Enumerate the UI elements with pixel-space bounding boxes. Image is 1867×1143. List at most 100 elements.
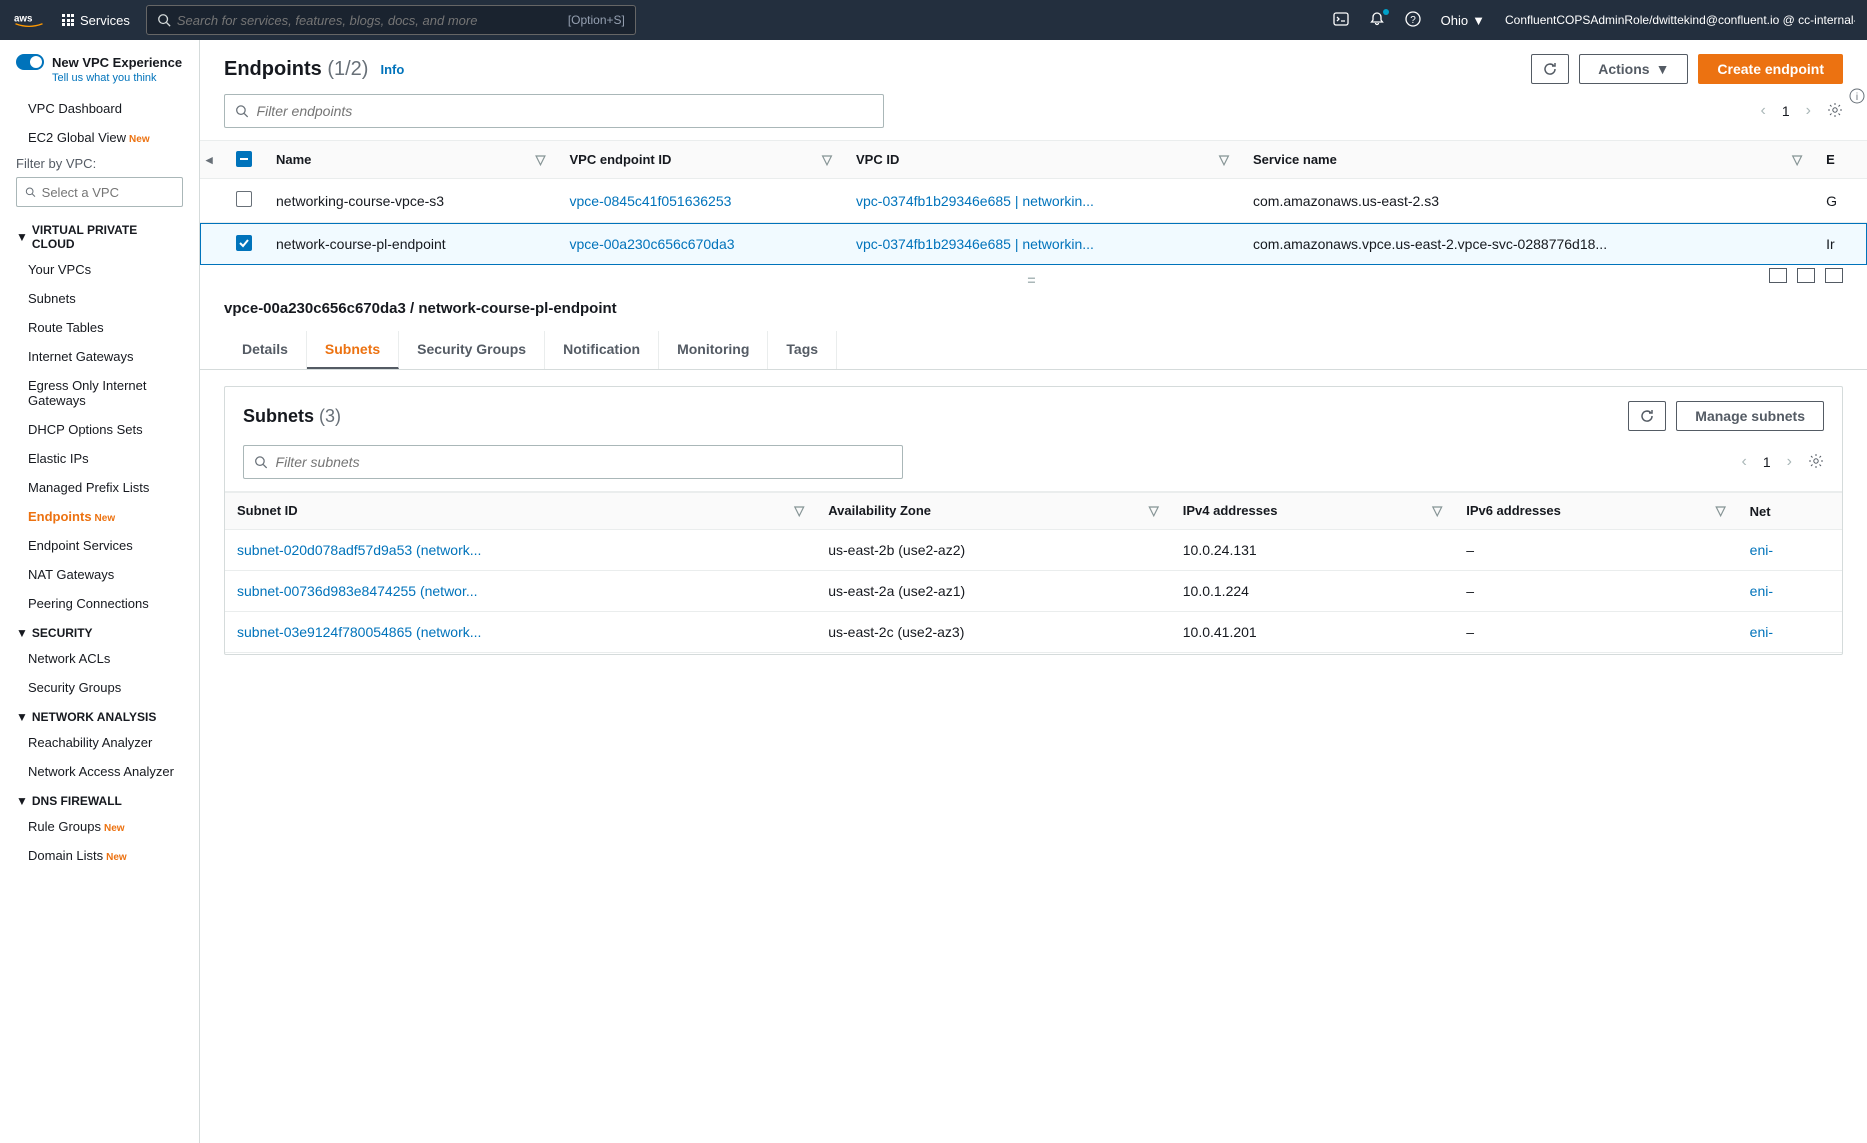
top-nav: aws Services [Option+S] ? Ohio ▼ Conflue… [0,0,1867,40]
sidebar-item[interactable]: Your VPCs [0,255,199,284]
sidebar-item-vpc-dashboard[interactable]: VPC Dashboard [0,94,199,123]
col-endpoint-id[interactable]: VPC endpoint ID▽ [558,141,845,179]
sidebar-item[interactable]: Reachability Analyzer [0,728,199,757]
grid-icon [62,14,74,26]
refresh-button[interactable] [1531,54,1569,84]
cloudshell-icon[interactable] [1333,11,1349,30]
tab-monitoring[interactable]: Monitoring [659,331,768,369]
col-vpc-id[interactable]: VPC ID▽ [844,141,1241,179]
subnets-settings-button[interactable] [1808,453,1824,472]
next-page[interactable]: › [1806,102,1811,120]
sidebar-item[interactable]: Domain ListsNew [0,841,199,870]
sidebar-item[interactable]: DHCP Options Sets [0,415,199,444]
endpoint-link[interactable]: vpce-0845c41f051636253 [570,193,732,209]
sidebar-item[interactable]: Managed Prefix Lists [0,473,199,502]
col-ipv4[interactable]: IPv4 addresses▽ [1171,493,1454,530]
sidebar-item[interactable]: Internet Gateways [0,342,199,371]
tab-subnets[interactable]: Subnets [307,331,399,369]
subnets-prev-page[interactable]: ‹ [1742,453,1747,471]
eni-link[interactable]: eni- [1750,583,1773,599]
panel-resize-handle[interactable] [200,266,1867,294]
services-button[interactable]: Services [62,13,130,28]
sidebar-section-header[interactable]: ▼ VIRTUAL PRIVATE CLOUD [0,215,199,255]
aws-logo[interactable]: aws [12,11,46,29]
table-row[interactable]: subnet-03e9124f780054865 (network... us-… [225,612,1842,653]
sidebar-item[interactable]: EndpointsNew [0,502,199,531]
tab-tags[interactable]: Tags [768,331,837,369]
vpc-filter-input[interactable] [42,185,174,200]
global-search[interactable]: [Option+S] [146,5,636,35]
sidebar-item[interactable]: Network Access Analyzer [0,757,199,786]
toggle-switch-icon[interactable] [16,54,44,70]
sidebar-section-header[interactable]: ▼ SECURITY [0,618,199,644]
new-vpc-toggle[interactable]: New VPC Experience [0,48,199,70]
tab-details[interactable]: Details [224,331,307,369]
table-row[interactable]: networking-course-vpce-s3 vpce-0845c41f0… [200,179,1867,223]
vpc-filter[interactable] [16,177,183,207]
info-panel-toggle[interactable]: i [1849,88,1867,106]
sidebar-item[interactable]: Peering Connections [0,589,199,618]
subnet-link[interactable]: subnet-00736d983e8474255 (networ... [237,583,478,599]
row-checkbox[interactable] [236,191,252,207]
cell-ipv6: – [1454,571,1737,612]
subnet-link[interactable]: subnet-03e9124f780054865 (network... [237,624,481,640]
endpoint-link[interactable]: vpce-00a230c656c670da3 [570,236,735,252]
col-ipv6[interactable]: IPv6 addresses▽ [1454,493,1737,530]
account-selector[interactable]: ConfluentCOPSAdminRole/dwittekind@conflu… [1505,13,1855,27]
subnets-filter-input[interactable] [276,454,892,470]
panel-size-large[interactable] [1825,268,1843,283]
page-number: 1 [1782,103,1790,119]
col-net[interactable]: Net [1738,493,1842,530]
prev-page[interactable]: ‹ [1761,102,1766,120]
sidebar-item[interactable]: Network ACLs [0,644,199,673]
sidebar-item[interactable]: Subnets [0,284,199,313]
subnets-filter[interactable] [243,445,903,479]
create-endpoint-button[interactable]: Create endpoint [1698,54,1843,84]
actions-button[interactable]: Actions ▼ [1579,54,1688,84]
subnet-link[interactable]: subnet-020d078adf57d9a53 (network... [237,542,481,558]
subnets-next-page[interactable]: › [1787,453,1792,471]
col-extra[interactable]: E [1814,141,1867,179]
eni-link[interactable]: eni- [1750,542,1773,558]
col-service[interactable]: Service name▽ [1241,141,1814,179]
panel-size-small[interactable] [1769,268,1787,283]
panel-size-medium[interactable] [1797,268,1815,283]
col-az[interactable]: Availability Zone▽ [816,493,1171,530]
manage-subnets-button[interactable]: Manage subnets [1676,401,1824,431]
sidebar-item[interactable]: Egress Only Internet Gateways [0,371,199,415]
table-row[interactable]: subnet-020d078adf57d9a53 (network... us-… [225,530,1842,571]
tab-security-groups[interactable]: Security Groups [399,331,545,369]
sidebar-section-header[interactable]: ▼ NETWORK ANALYSIS [0,702,199,728]
sidebar-item-ec2-global[interactable]: EC2 Global ViewNew [0,123,199,152]
sidebar-item[interactable]: NAT Gateways [0,560,199,589]
select-all-checkbox[interactable] [236,151,252,167]
settings-button[interactable] [1827,102,1843,121]
sidebar-section-header[interactable]: ▼ DNS FIREWALL [0,786,199,812]
sidebar-item[interactable]: Route Tables [0,313,199,342]
table-row[interactable]: subnet-00736d983e8474255 (networ... us-e… [225,571,1842,612]
row-checkbox[interactable] [236,235,252,251]
feedback-link[interactable]: Tell us what you think [0,70,199,94]
tab-notification[interactable]: Notification [545,331,659,369]
sidebar-item[interactable]: Endpoint Services [0,531,199,560]
vpc-link[interactable]: vpc-0374fb1b29346e685 | networkin... [856,236,1094,252]
table-row[interactable]: network-course-pl-endpoint vpce-00a230c6… [200,223,1867,265]
col-name[interactable]: Name▽ [264,141,558,179]
notifications-icon[interactable] [1369,11,1385,30]
collapse-columns[interactable]: ◂ [206,152,213,167]
col-subnet-id[interactable]: Subnet ID▽ [225,493,816,530]
search-input[interactable] [171,13,568,28]
filter-input[interactable] [257,103,873,119]
endpoint-filter[interactable] [224,94,884,128]
page-title: Endpoints (1/2) [224,58,368,81]
region-selector[interactable]: Ohio ▼ [1441,13,1485,28]
sidebar-item[interactable]: Security Groups [0,673,199,702]
info-link[interactable]: Info [380,62,404,77]
help-icon[interactable]: ? [1405,11,1421,30]
eni-link[interactable]: eni- [1750,624,1773,640]
cell-ipv4: 10.0.41.201 [1171,612,1454,653]
sidebar-item[interactable]: Elastic IPs [0,444,199,473]
vpc-link[interactable]: vpc-0374fb1b29346e685 | networkin... [856,193,1094,209]
subnets-refresh-button[interactable] [1628,401,1666,431]
sidebar-item[interactable]: Rule GroupsNew [0,812,199,841]
